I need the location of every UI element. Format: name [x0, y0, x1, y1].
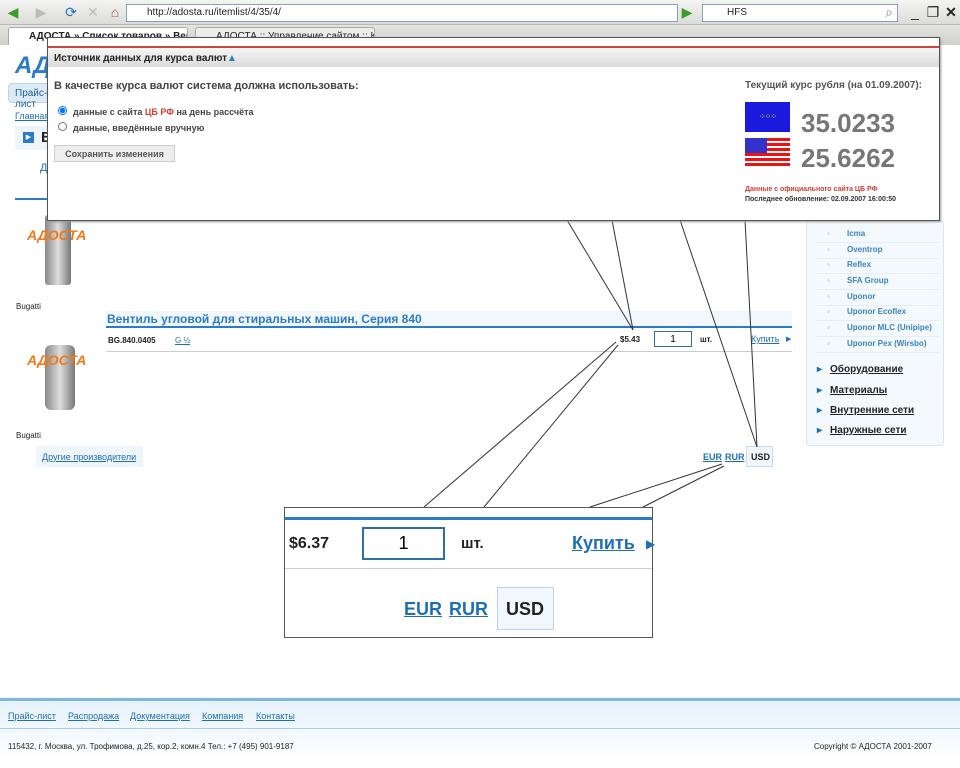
currency-usd[interactable]: USD: [497, 587, 554, 630]
question: В качестве курса валют система должна ис…: [54, 80, 359, 92]
divider: [285, 568, 652, 569]
currency-eur[interactable]: EUR: [404, 599, 442, 620]
currency-rur[interactable]: RUR: [449, 599, 488, 620]
divider: [285, 517, 652, 520]
last-update: Последнее обновление: 02.09.2007 16:00:5…: [745, 196, 897, 203]
source-note: Данные с официального сайта ЦБ РФ: [745, 186, 878, 193]
usd-rate: 25.6262: [801, 143, 895, 173]
option-manual[interactable]: данные, введённые вручную: [58, 122, 204, 133]
eu-flag-icon: ⁘⁘⁘: [745, 102, 790, 132]
eur-rate: 35.0233: [801, 108, 895, 138]
zoom-callout: $6.37 шт. Купить ▶ EUR RUR USD: [284, 507, 656, 638]
radio-manual[interactable]: [58, 122, 67, 131]
dialog-header: Источник данных для курса валют▲: [48, 46, 939, 67]
currency-source-dialog: Источник данных для курса валют▲ В качес…: [47, 37, 940, 221]
radio-cbr[interactable]: [58, 106, 67, 115]
rate-title: Текущий курс рубля (на 01.09.2007):: [745, 80, 922, 91]
price: $6.37: [289, 535, 330, 552]
quantity-input[interactable]: [362, 527, 445, 560]
unit: шт.: [461, 535, 484, 552]
arrow-right-icon: ▶: [646, 537, 656, 551]
save-button[interactable]: Сохранить изменения: [54, 145, 175, 162]
dialog-title: Источник данных для курса валют: [54, 53, 228, 64]
option-cbr[interactable]: данные с сайта ЦБ РФ на день рассчёта: [58, 106, 254, 117]
collapse-icon[interactable]: ▲: [227, 53, 237, 64]
buy-link[interactable]: Купить: [572, 533, 635, 554]
us-flag-icon: [745, 138, 790, 168]
